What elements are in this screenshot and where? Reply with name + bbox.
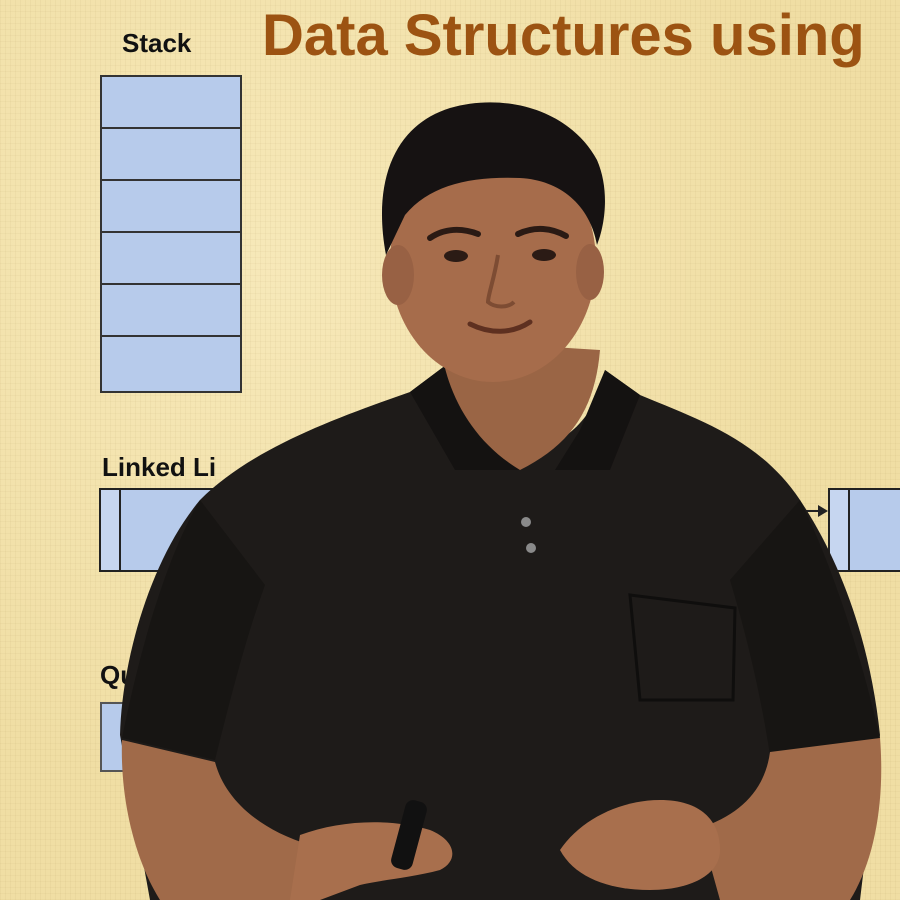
thumbnail-scene: Data Structures using Stack Linked Li Qu xyxy=(0,0,900,900)
presenter xyxy=(120,102,882,900)
